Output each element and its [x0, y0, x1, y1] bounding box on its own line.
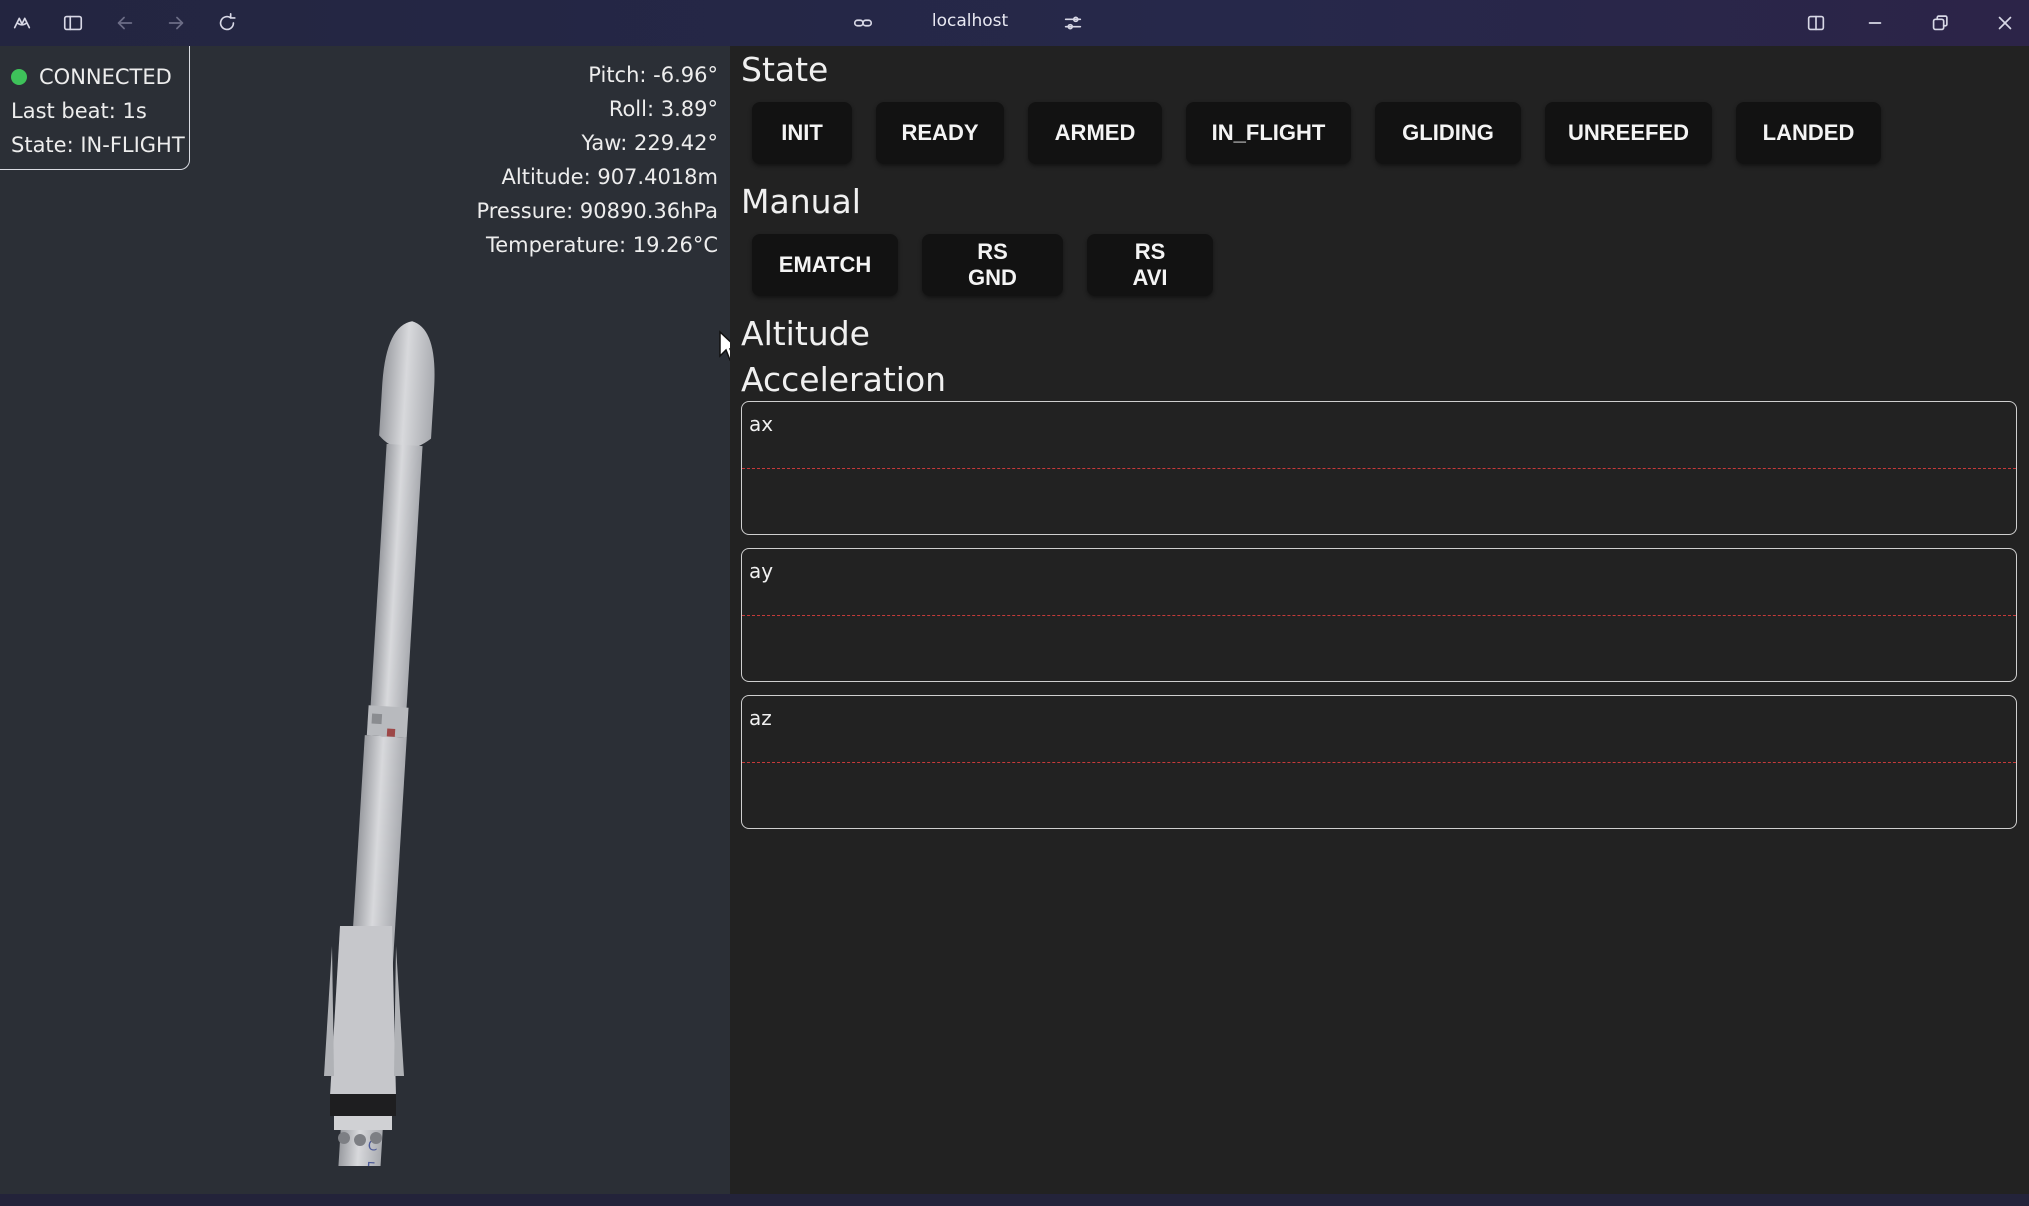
state-landed-button[interactable]: LANDED: [1736, 102, 1881, 164]
acceleration-section-title: Acceleration: [741, 360, 947, 399]
state-in-flight-button[interactable]: IN_FLIGHT: [1186, 102, 1351, 164]
flight-state-text: State: IN-FLIGHT: [11, 133, 185, 157]
altitude-readout: Altitude: 907.4018m: [501, 165, 718, 189]
rs-avi-button[interactable]: RS AVI: [1087, 234, 1213, 296]
plot-zero-line: [742, 615, 2016, 616]
plot-zero-line: [742, 762, 2016, 763]
manual-button-row: EMATCH RS GND RS AVI: [752, 234, 1213, 296]
rocket-3d-view[interactable]: CONNECTED Last beat: 1s State: IN-FLIGHT…: [0, 46, 740, 1194]
back-arrow-icon[interactable]: [111, 9, 139, 37]
window-bottom-edge: [0, 1194, 2029, 1206]
manual-section-title: Manual: [741, 182, 861, 221]
altitude-section-title: Altitude: [741, 314, 870, 353]
sidebar-toggle-icon[interactable]: [59, 9, 87, 37]
address-bar-url[interactable]: localhost: [900, 11, 1040, 31]
browser-logo-icon[interactable]: [8, 9, 36, 37]
site-settings-icon[interactable]: [1059, 9, 1087, 37]
close-window-icon[interactable]: [1991, 9, 2019, 37]
browser-titlebar: localhost: [0, 0, 2029, 46]
connection-indicator-dot: [11, 69, 27, 85]
rs-gnd-button[interactable]: RS GND: [922, 234, 1063, 296]
acceleration-plot-az[interactable]: az: [741, 695, 2017, 829]
state-ready-button[interactable]: READY: [876, 102, 1004, 164]
plot-label: ax: [749, 412, 774, 436]
state-init-button[interactable]: INIT: [752, 102, 852, 164]
reload-icon[interactable]: [213, 9, 241, 37]
acceleration-plot-ax[interactable]: ax: [741, 401, 2017, 535]
state-section-title: State: [741, 50, 829, 89]
link-icon[interactable]: [849, 9, 877, 37]
state-gliding-button[interactable]: GLIDING: [1375, 102, 1521, 164]
connection-status-panel: CONNECTED Last beat: 1s State: IN-FLIGHT: [0, 46, 190, 170]
state-armed-button[interactable]: ARMED: [1028, 102, 1162, 164]
connection-status: CONNECTED: [11, 60, 189, 94]
restore-window-icon[interactable]: [1926, 9, 1954, 37]
plot-zero-line: [742, 468, 2016, 469]
roll-readout: Roll: 3.89°: [608, 97, 718, 121]
state-button-row: INIT READY ARMED IN_FLIGHT GLIDING UNREE…: [752, 102, 1881, 164]
yaw-readout: Yaw: 229.42°: [581, 131, 718, 155]
plot-label: az: [749, 706, 772, 730]
telemetry-readout: Pitch: -6.96° Roll: 3.89° Yaw: 229.42° A…: [476, 58, 718, 262]
rocket-engine-section: [324, 926, 404, 1146]
state-unreefed-button[interactable]: UNREEFED: [1545, 102, 1712, 164]
pitch-readout: Pitch: -6.96°: [588, 63, 718, 87]
plot-label: ay: [749, 559, 774, 583]
minimize-icon[interactable]: [1861, 9, 1889, 37]
forward-arrow-icon[interactable]: [162, 9, 190, 37]
ematch-button[interactable]: EMATCH: [752, 234, 898, 296]
temperature-readout: Temperature: 19.26°C: [485, 233, 718, 257]
split-view-icon[interactable]: [1802, 9, 1830, 37]
acceleration-plot-ay[interactable]: ay: [741, 548, 2017, 682]
control-dashboard: State INIT READY ARMED IN_FLIGHT GLIDING…: [730, 46, 2029, 1194]
last-beat-text: Last beat: 1s: [11, 99, 147, 123]
pressure-readout: Pressure: 90890.36hPa: [476, 199, 718, 223]
connection-status-text: CONNECTED: [39, 65, 172, 89]
